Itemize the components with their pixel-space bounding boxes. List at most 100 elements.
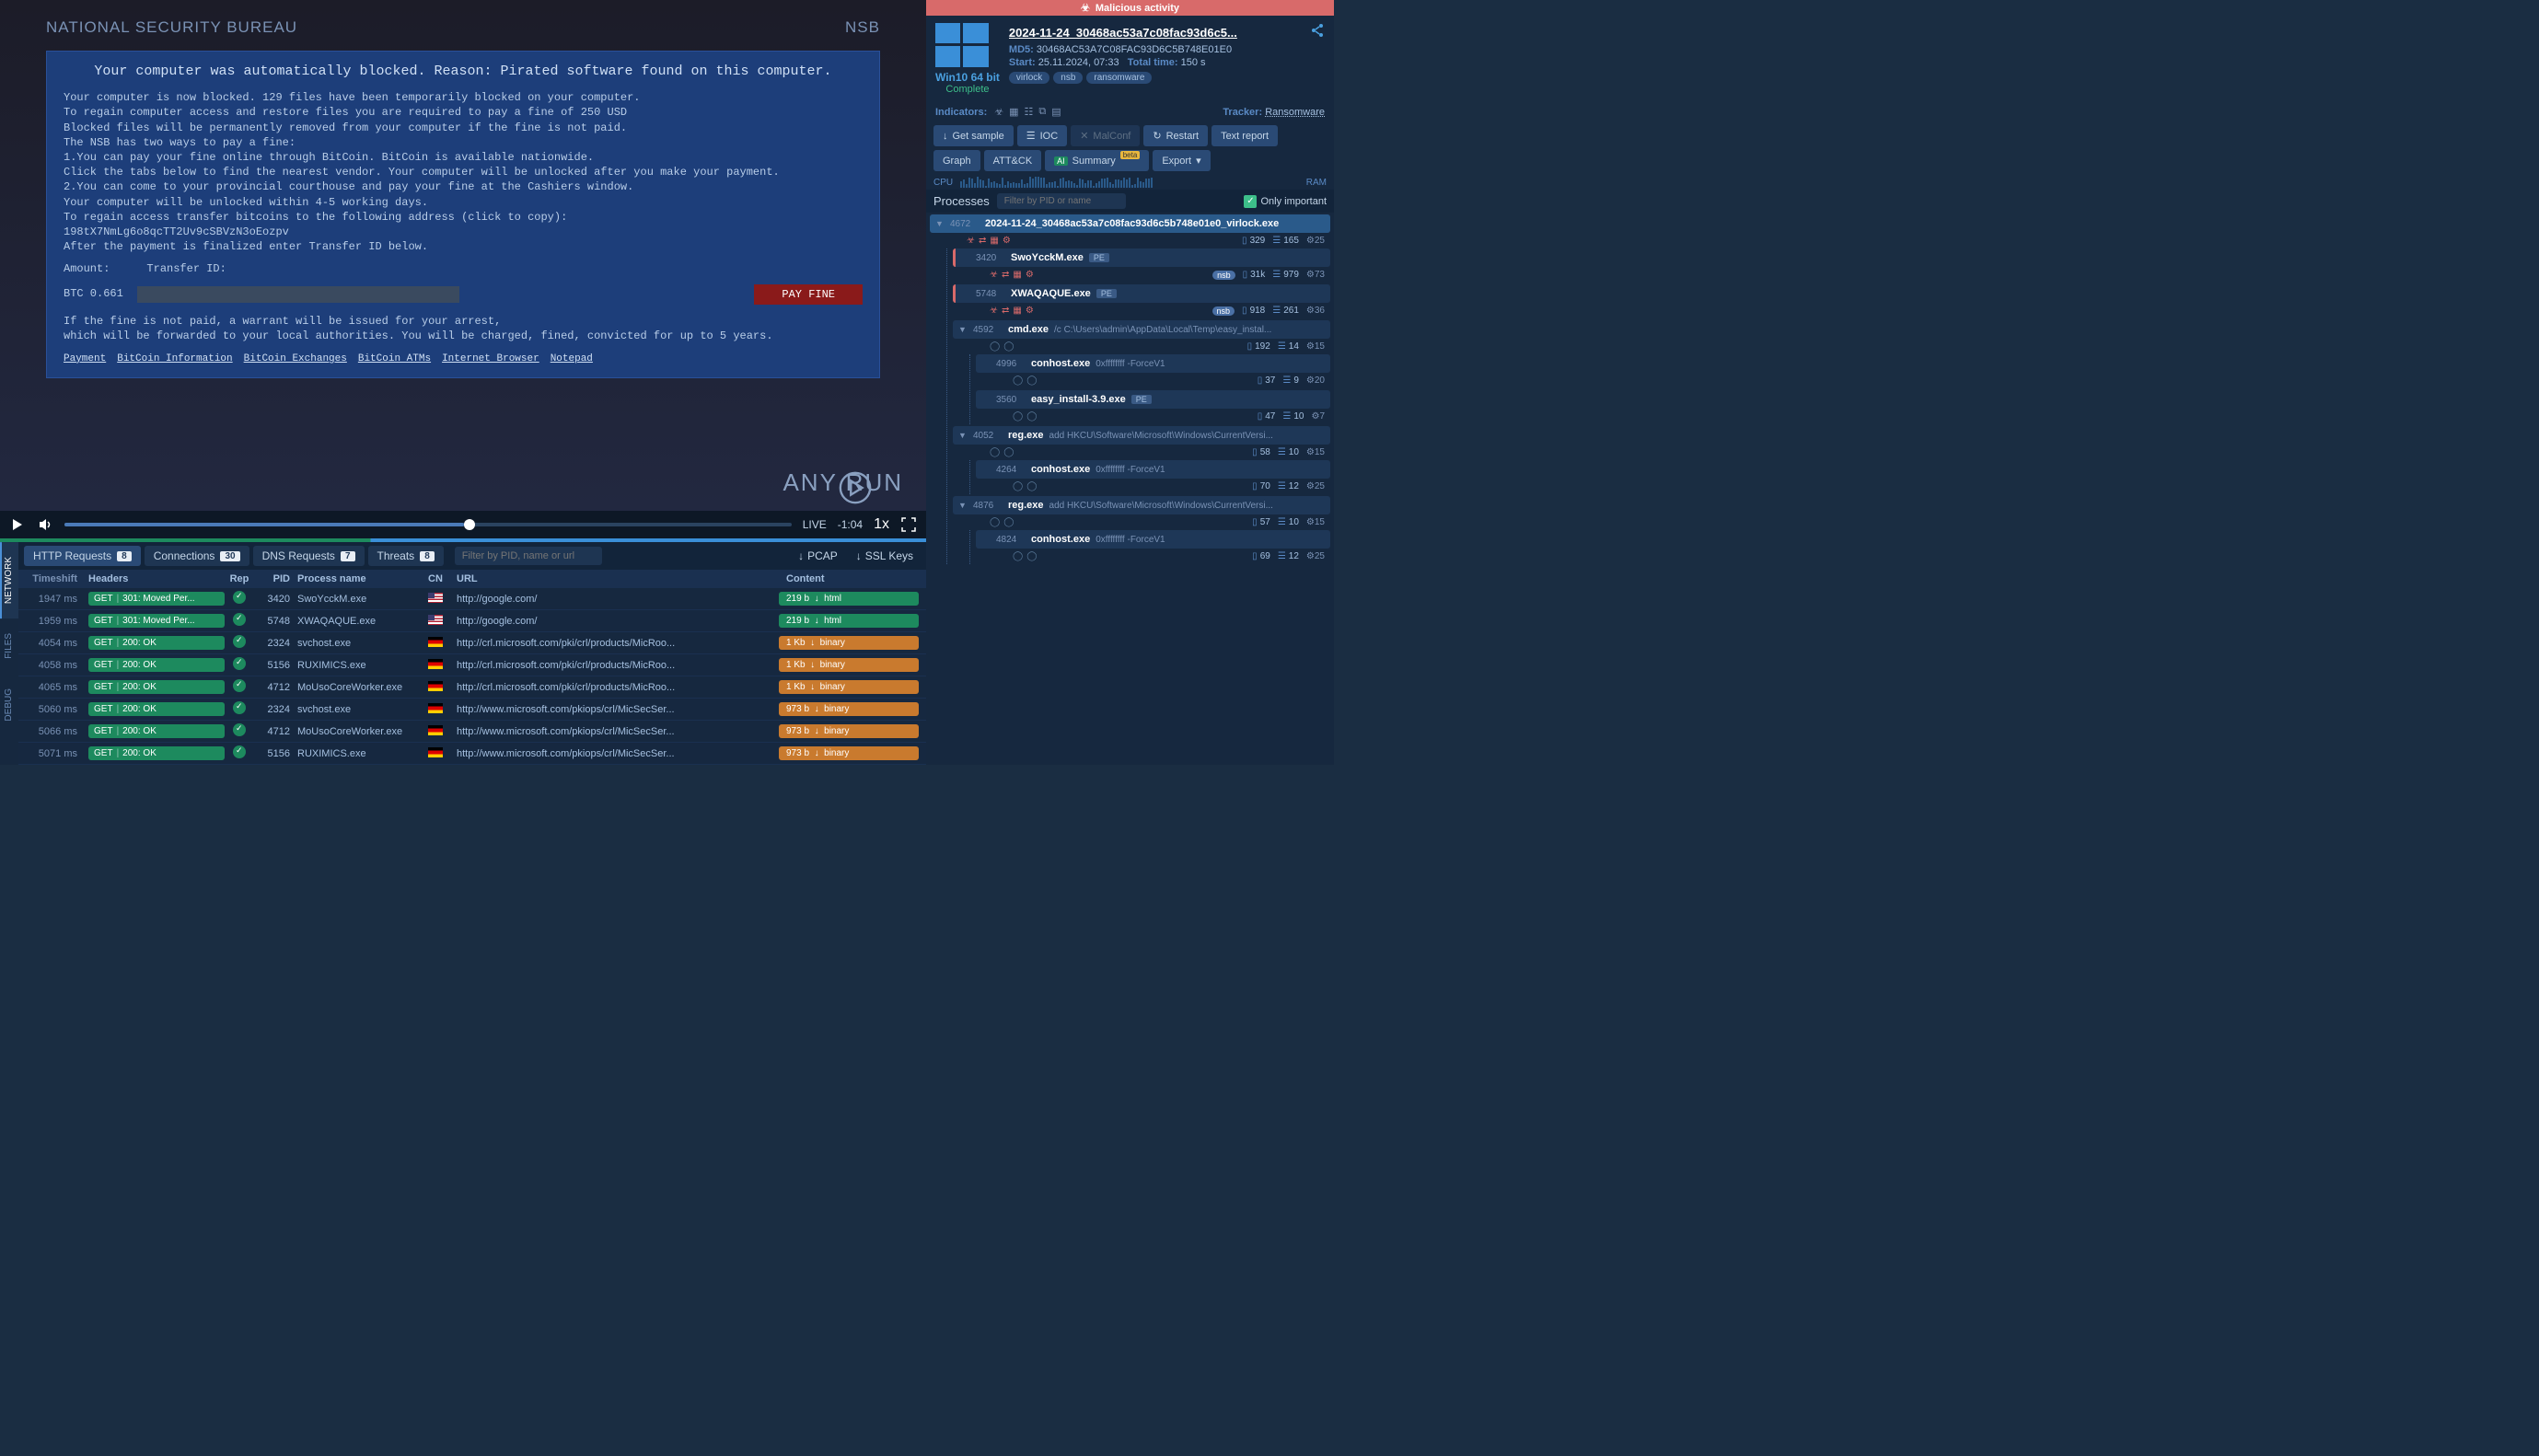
rep-ok-icon bbox=[233, 723, 246, 736]
rep-ok-icon bbox=[233, 591, 246, 604]
http-row[interactable]: 5060 ms GET | 200: OK 2324 svchost.exe h… bbox=[18, 699, 926, 721]
process-row[interactable]: ▼4592cmd.exe/c C:\Users\admin\AppData\Lo… bbox=[953, 320, 1330, 339]
rep-ok-icon bbox=[233, 745, 246, 758]
file-icon: ▯ bbox=[1243, 270, 1248, 280]
task-title[interactable]: 2024-11-24_30468ac53a7c08fac93d6c5... bbox=[1009, 26, 1237, 40]
ssl-keys-button[interactable]: ↓ SSL Keys bbox=[849, 546, 921, 566]
video-timeline[interactable] bbox=[64, 523, 792, 526]
play-icon[interactable] bbox=[9, 516, 26, 533]
process-row[interactable]: ▼4876reg.exeadd HKCU\Software\Microsoft\… bbox=[953, 496, 1330, 514]
side-tab-debug[interactable]: DEBUG bbox=[0, 674, 18, 736]
amount-value: BTC 0.661 bbox=[64, 286, 123, 301]
side-tab-network[interactable]: NETWORK bbox=[0, 542, 18, 618]
transfer-id-input[interactable] bbox=[137, 286, 459, 303]
attck-button[interactable]: ATT&CK bbox=[984, 150, 1042, 171]
export-button[interactable]: Export ▾ bbox=[1153, 150, 1210, 171]
gear-icon: ⚙ bbox=[1306, 517, 1315, 527]
process-filter-input[interactable] bbox=[997, 193, 1126, 209]
process-row[interactable]: 3420SwoYcckM.exePE bbox=[953, 248, 1330, 267]
net-tab[interactable]: DNS Requests7 bbox=[253, 546, 365, 566]
process-row[interactable]: 4824conhost.exe0xffffffff -ForceV1 bbox=[976, 530, 1330, 549]
nsb-header-left: NATIONAL SECURITY BUREAU bbox=[46, 18, 297, 37]
net-tab[interactable]: Threats8 bbox=[368, 546, 444, 566]
http-row[interactable]: 5066 ms GET | 200: OK 4712 MoUsoCoreWork… bbox=[18, 721, 926, 743]
restart-button[interactable]: ↻ Restart bbox=[1143, 125, 1208, 146]
flag-de-icon bbox=[428, 637, 443, 647]
indicator-doc-icon[interactable]: ▤ bbox=[1051, 106, 1061, 118]
only-important-toggle[interactable]: ✓ Only important bbox=[1244, 195, 1327, 208]
ransom-tab[interactable]: BitCoin Information bbox=[117, 352, 232, 366]
ransom-tab[interactable]: BitCoin Exchanges bbox=[244, 352, 347, 366]
file-icon: ▯ bbox=[1258, 411, 1263, 422]
circle-icon: ◯ bbox=[1026, 376, 1037, 386]
ioc-button[interactable]: ☰ IOC bbox=[1017, 125, 1067, 146]
ransom-tab[interactable]: Notepad bbox=[551, 352, 593, 366]
http-row[interactable]: 4054 ms GET | 200: OK 2324 svchost.exe h… bbox=[18, 632, 926, 654]
http-row[interactable]: 4065 ms GET | 200: OK 4712 MoUsoCoreWork… bbox=[18, 676, 926, 699]
indicator-window-icon[interactable]: ⧉ bbox=[1038, 106, 1046, 118]
chevron-down-icon[interactable]: ▼ bbox=[935, 219, 945, 228]
biohazard-icon: ☣ bbox=[967, 236, 975, 246]
gear-icon: ⚙ bbox=[1311, 411, 1319, 422]
malicious-banner: ☣ Malicious activity bbox=[926, 0, 1334, 16]
tracker-link[interactable]: Ransomware bbox=[1265, 107, 1325, 118]
chevron-down-icon[interactable]: ▼ bbox=[958, 431, 968, 440]
circle-icon: ◯ bbox=[1026, 411, 1037, 422]
ransom-tab[interactable]: Payment bbox=[64, 352, 106, 366]
speed-button[interactable]: 1x bbox=[874, 516, 889, 533]
gear-icon: ⚙ bbox=[1306, 341, 1315, 352]
chevron-down-icon[interactable]: ▼ bbox=[958, 501, 968, 510]
process-row[interactable]: 3560easy_install-3.9.exePE bbox=[976, 390, 1330, 409]
share-icon[interactable] bbox=[1310, 23, 1325, 42]
pe-badge: PE bbox=[1131, 395, 1152, 404]
gear-icon: ⚙ bbox=[1306, 236, 1315, 246]
flag-de-icon bbox=[428, 747, 443, 757]
file-icon: ▯ bbox=[1252, 551, 1258, 561]
ransom-tab[interactable]: Internet Browser bbox=[442, 352, 539, 366]
chevron-down-icon[interactable]: ▼ bbox=[958, 325, 968, 334]
net-tab[interactable]: HTTP Requests8 bbox=[24, 546, 141, 566]
malconf-button[interactable]: ✕ MalConf bbox=[1071, 125, 1140, 146]
summary-button[interactable]: AI Summarybeta bbox=[1045, 150, 1149, 171]
tag[interactable]: ransomware bbox=[1086, 72, 1152, 84]
text-report-button[interactable]: Text report bbox=[1212, 125, 1278, 146]
nsb-header-right: NSB bbox=[845, 18, 880, 37]
gear-icon: ⚙ bbox=[1026, 306, 1034, 316]
http-row[interactable]: 5071 ms GET | 200: OK 5156 RUXIMICS.exe … bbox=[18, 743, 926, 765]
indicator-biohazard-icon[interactable]: ☣ bbox=[994, 106, 1003, 118]
http-filter-input[interactable] bbox=[455, 547, 602, 565]
tag[interactable]: nsb bbox=[1053, 72, 1083, 84]
process-row[interactable]: 4264conhost.exe0xffffffff -ForceV1 bbox=[976, 460, 1330, 479]
ram-label: RAM bbox=[1306, 178, 1327, 188]
fullscreen-icon[interactable] bbox=[900, 516, 917, 533]
pay-fine-button[interactable]: PAY FINE bbox=[754, 284, 863, 305]
ransomware-lockscreen: NATIONAL SECURITY BUREAU NSB Your comput… bbox=[0, 0, 926, 511]
cpu-chart bbox=[960, 177, 1299, 188]
windows-icon bbox=[935, 23, 989, 67]
http-row[interactable]: 4058 ms GET | 200: OK 5156 RUXIMICS.exe … bbox=[18, 654, 926, 676]
volume-icon[interactable] bbox=[37, 516, 53, 533]
http-row[interactable]: 1947 ms GET | 301: Moved Per... 3420 Swo… bbox=[18, 588, 926, 610]
md5-value[interactable]: 30468AC53A7C08FAC93D6C5B748E01E0 bbox=[1037, 44, 1232, 55]
get-sample-button[interactable]: ↓ Get sample bbox=[933, 125, 1014, 146]
indicator-grid-icon[interactable]: ▦ bbox=[1009, 106, 1018, 118]
ransom-footer: If the fine is not paid, a warrant will … bbox=[64, 314, 863, 343]
tag[interactable]: virlock bbox=[1009, 72, 1049, 84]
process-row[interactable]: ▼46722024-11-24_30468ac53a7c08fac93d6c5b… bbox=[930, 214, 1330, 233]
graph-button[interactable]: Graph bbox=[933, 150, 980, 171]
process-row[interactable]: 4996conhost.exe0xffffffff -ForceV1 bbox=[976, 354, 1330, 373]
file-icon: ▯ bbox=[1252, 517, 1258, 527]
rep-ok-icon bbox=[233, 635, 246, 648]
indicator-stack-icon[interactable]: ☷ bbox=[1025, 106, 1034, 118]
side-tab-files[interactable]: FILES bbox=[0, 618, 18, 674]
net-icon: ⇄ bbox=[1002, 270, 1009, 280]
process-row[interactable]: ▼4052reg.exeadd HKCU\Software\Microsoft\… bbox=[953, 426, 1330, 445]
gear-icon: ⚙ bbox=[1026, 270, 1034, 280]
circle-icon: ◯ bbox=[1026, 481, 1037, 491]
pcap-button[interactable]: ↓ PCAP bbox=[791, 546, 845, 566]
net-tab[interactable]: Connections30 bbox=[145, 546, 249, 566]
flag-de-icon bbox=[428, 725, 443, 735]
http-row[interactable]: 1959 ms GET | 301: Moved Per... 5748 XWA… bbox=[18, 610, 926, 632]
process-row[interactable]: 5748XWAQAQUE.exePE bbox=[953, 284, 1330, 303]
ransom-tab[interactable]: BitCoin ATMs bbox=[358, 352, 431, 366]
